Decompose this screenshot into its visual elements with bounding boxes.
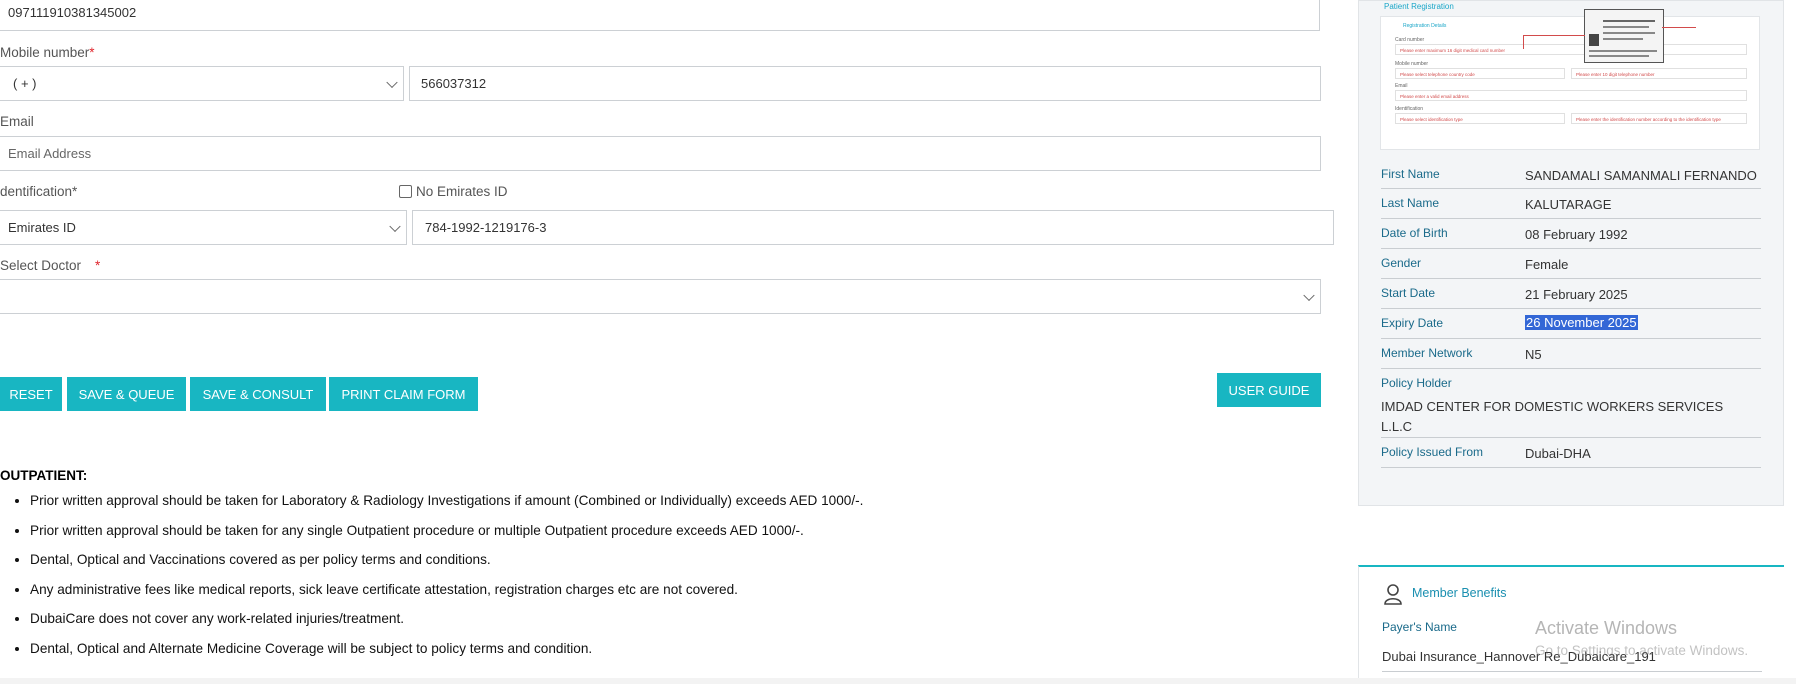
member-row-expiry-date: Expiry Date 26 November 2025 [1381, 311, 1761, 339]
member-key: Gender [1381, 256, 1422, 270]
thumb-id-hint: Please select identification type [1395, 113, 1565, 124]
member-key: Start Date [1381, 286, 1436, 300]
outpatient-list: Prior written approval should be taken f… [0, 491, 1000, 669]
list-item: Prior written approval should be taken f… [30, 521, 1000, 551]
thumb-card-hint: Please enter maximum 16 digit medical ca… [1395, 44, 1747, 55]
user-guide-button[interactable]: USER GUIDE [1217, 373, 1321, 407]
member-row-policy-holder: Policy Holder IMDAD CENTER FOR DOMESTIC … [1381, 371, 1761, 438]
policy-issued-label: Policy Issued From [1381, 445, 1484, 459]
thumb-id-hint2: Please enter the identification number a… [1571, 113, 1747, 124]
outpatient-title: OUTPATIENT: [0, 468, 88, 483]
print-claim-form-button[interactable]: PRINT CLAIM FORM [329, 377, 478, 411]
member-key: First Name [1381, 167, 1440, 181]
policy-holder-value: IMDAD CENTER FOR DOMESTIC WORKERS SERVIC… [1381, 399, 1724, 434]
activate-windows-watermark: Activate Windows [1535, 618, 1678, 638]
email-label: Email [0, 114, 34, 129]
list-item: Dental, Optical and Alternate Medicine C… [30, 639, 1000, 669]
no-emirates-id-checkbox[interactable] [399, 185, 412, 198]
mobile-number-value: 566037312 [421, 76, 487, 91]
save-queue-button[interactable]: SAVE & QUEUE [67, 377, 186, 411]
mobile-country-value: ( + ) [13, 76, 37, 91]
member-value: 21 February 2025 [1525, 287, 1628, 302]
member-value: KALUTARAGE [1525, 197, 1612, 212]
activate-windows-hint: Go to Settings to activate Windows. [1535, 643, 1749, 658]
member-row-policy-issued: Policy Issued From Dubai-DHA [1381, 440, 1761, 468]
member-key: Date of Birth [1381, 226, 1448, 240]
email-placeholder: Email Address [8, 146, 92, 161]
member-value: N5 [1525, 347, 1542, 362]
payer-divider [1382, 671, 1762, 672]
chevron-down-icon [1303, 289, 1315, 301]
id-type-value: Emirates ID [8, 220, 76, 235]
mobile-label: Mobile number* [0, 45, 95, 60]
thumb-header: Patient Registration [1384, 2, 1454, 11]
registration-thumbnail: Registration Details Card number Please … [1380, 9, 1760, 150]
chevron-down-icon [389, 220, 401, 232]
card-number-value: 097111910381345002 [8, 5, 137, 20]
policy-holder-label: Policy Holder [1381, 376, 1452, 390]
arrow-line [1523, 35, 1524, 49]
thumb-mobile-hint2: Please enter 10 digit telephone number [1571, 68, 1747, 79]
arrow-line [1662, 27, 1696, 28]
member-value: 08 February 1992 [1525, 227, 1628, 242]
payer-name-label: Payer's Name [1382, 620, 1457, 634]
member-row-date-of-birth: Date of Birth 08 February 1992 [1381, 221, 1761, 249]
id-number-value: 784-1992-1219176-3 [425, 220, 547, 235]
member-row-start-date: Start Date 21 February 2025 [1381, 281, 1761, 309]
no-emirates-id-checkbox-group[interactable]: No Emirates ID [399, 184, 508, 199]
member-row-network: Member Network N5 [1381, 341, 1761, 369]
arrow-line [1523, 35, 1585, 36]
member-key: Last Name [1381, 196, 1440, 210]
thumb-sub: Registration Details [1403, 23, 1447, 29]
expiry-date-value: 26 November 2025 [1525, 315, 1638, 330]
list-item: DubaiCare does not cover any work-relate… [30, 609, 1000, 639]
chevron-down-icon [386, 76, 398, 88]
no-emirates-id-label: No Emirates ID [416, 184, 508, 199]
card-image [1584, 9, 1664, 63]
list-item: Prior written approval should be taken f… [30, 491, 1000, 521]
member-row-first-name: First Name SANDAMALI SAMANMALI FERNANDO [1381, 162, 1761, 189]
bottom-edge [0, 678, 1796, 684]
member-row-last-name: Last Name KALUTARAGE [1381, 191, 1761, 219]
outpatient-section: OUTPATIENT: Prior written approval shoul… [0, 468, 1000, 669]
thumb-mobile-label: Mobile number [1395, 61, 1429, 67]
thumb-identification-label: Identification [1395, 106, 1424, 112]
member-row-gender: Gender Female [1381, 251, 1761, 279]
thumb-mobile-hint: Please select telephone country code [1395, 68, 1565, 79]
id-number-input[interactable]: 784-1992-1219176-3 [412, 210, 1334, 245]
user-icon [1383, 583, 1403, 605]
email-input[interactable]: Email Address [0, 136, 1321, 171]
member-value: Female [1525, 257, 1569, 272]
thumb-email-label: Email [1395, 83, 1408, 89]
policy-issued-value: Dubai-DHA [1525, 446, 1591, 461]
list-item: Dental, Optical and Vaccinations covered… [30, 550, 1000, 580]
member-key: Expiry Date [1381, 316, 1444, 330]
card-number-input[interactable]: 097111910381345002 [0, 0, 1320, 31]
thumb-email-hint: Please enter a valid email address [1395, 90, 1747, 101]
identification-label: dentification* [0, 184, 78, 199]
reset-button[interactable]: RESET [0, 377, 62, 411]
select-doctor-label: Select Doctor * [0, 258, 101, 273]
list-item: Any administrative fees like medical rep… [30, 580, 1000, 610]
member-key: Member Network [1381, 346, 1473, 360]
member-value: SANDAMALI SAMANMALI FERNANDO [1525, 168, 1757, 183]
member-benefits-title: Member Benefits [1412, 586, 1507, 600]
save-consult-button[interactable]: SAVE & CONSULT [190, 377, 326, 411]
mobile-country-select[interactable]: ( + ) [0, 66, 404, 101]
select-doctor-select[interactable] [0, 279, 1321, 314]
thumb-card-label: Card number [1395, 37, 1425, 43]
id-type-select[interactable]: Emirates ID [0, 210, 407, 245]
mobile-number-input[interactable]: 566037312 [409, 66, 1321, 101]
